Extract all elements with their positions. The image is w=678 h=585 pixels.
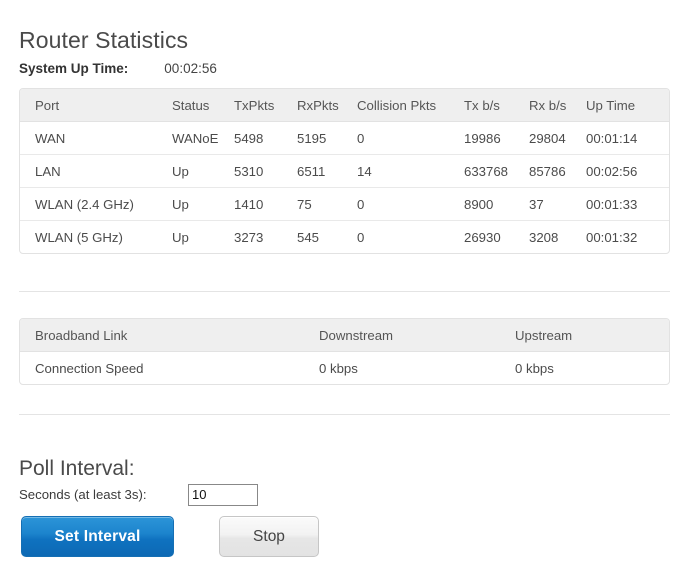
set-interval-button[interactable]: Set Interval: [21, 516, 174, 557]
column-header-up-time: Up Time: [586, 89, 669, 122]
poll-interval-heading: Poll Interval:: [19, 455, 135, 483]
column-header-port: Port: [20, 89, 172, 122]
cell-downstream: 0 kbps: [319, 352, 515, 385]
column-header-broadband-link: Broadband Link: [20, 319, 319, 352]
table-row: Connection Speed 0 kbps 0 kbps: [20, 352, 669, 385]
table-row: WAN WANoE 5498 5195 0 19986 29804 00:01:…: [20, 122, 669, 155]
column-header-rxpkts: RxPkts: [297, 89, 357, 122]
section-divider: [19, 291, 670, 292]
cell-status: WANoE: [172, 122, 234, 155]
stop-button[interactable]: Stop: [219, 516, 319, 557]
cell-up-time: 00:02:56: [586, 155, 669, 188]
seconds-label: Seconds (at least 3s):: [19, 486, 147, 504]
broadband-link-table: Broadband Link Downstream Upstream Conne…: [19, 318, 670, 385]
table-header-row: Broadband Link Downstream Upstream: [20, 319, 669, 352]
cell-rxpkts: 5195: [297, 122, 357, 155]
page-title: Router Statistics: [19, 25, 188, 55]
cell-rxpkts: 545: [297, 221, 357, 254]
system-up-time-label: System Up Time:: [19, 60, 128, 78]
cell-tx-bps: 633768: [464, 155, 529, 188]
section-divider: [19, 414, 670, 415]
column-header-upstream: Upstream: [515, 319, 669, 352]
cell-status: Up: [172, 221, 234, 254]
table-row: LAN Up 5310 6511 14 633768 85786 00:02:5…: [20, 155, 669, 188]
cell-collision-pkts: 0: [357, 122, 464, 155]
cell-collision-pkts: 0: [357, 221, 464, 254]
cell-connection-name: Connection Speed: [20, 352, 319, 385]
cell-rxpkts: 6511: [297, 155, 357, 188]
cell-tx-bps: 8900: [464, 188, 529, 221]
cell-port: LAN: [20, 155, 172, 188]
cell-rx-bps: 29804: [529, 122, 586, 155]
router-statistics-table: Port Status TxPkts RxPkts Collision Pkts…: [19, 88, 670, 254]
cell-port: WLAN (5 GHz): [20, 221, 172, 254]
cell-rx-bps: 37: [529, 188, 586, 221]
cell-port: WAN: [20, 122, 172, 155]
router-statistics-page: Router Statistics System Up Time: 00:02:5…: [0, 0, 678, 585]
cell-collision-pkts: 14: [357, 155, 464, 188]
cell-status: Up: [172, 188, 234, 221]
column-header-rx-bps: Rx b/s: [529, 89, 586, 122]
cell-up-time: 00:01:14: [586, 122, 669, 155]
table-header-row: Port Status TxPkts RxPkts Collision Pkts…: [20, 89, 669, 122]
cell-rxpkts: 75: [297, 188, 357, 221]
table-row: WLAN (2.4 GHz) Up 1410 75 0 8900 37 00:0…: [20, 188, 669, 221]
cell-txpkts: 5498: [234, 122, 297, 155]
cell-tx-bps: 19986: [464, 122, 529, 155]
column-header-txpkts: TxPkts: [234, 89, 297, 122]
cell-txpkts: 5310: [234, 155, 297, 188]
cell-port: WLAN (2.4 GHz): [20, 188, 172, 221]
column-header-tx-bps: Tx b/s: [464, 89, 529, 122]
cell-tx-bps: 26930: [464, 221, 529, 254]
column-header-downstream: Downstream: [319, 319, 515, 352]
system-up-time-value: 00:02:56: [164, 60, 217, 78]
column-header-collision-pkts: Collision Pkts: [357, 89, 464, 122]
cell-upstream: 0 kbps: [515, 352, 669, 385]
cell-rx-bps: 85786: [529, 155, 586, 188]
column-header-status: Status: [172, 89, 234, 122]
cell-up-time: 00:01:33: [586, 188, 669, 221]
system-up-time-row: System Up Time: 00:02:56: [19, 60, 217, 78]
table-row: WLAN (5 GHz) Up 3273 545 0 26930 3208 00…: [20, 221, 669, 254]
cell-collision-pkts: 0: [357, 188, 464, 221]
cell-status: Up: [172, 155, 234, 188]
cell-up-time: 00:01:32: [586, 221, 669, 254]
cell-txpkts: 1410: [234, 188, 297, 221]
cell-txpkts: 3273: [234, 221, 297, 254]
poll-interval-seconds-input[interactable]: [188, 484, 258, 506]
cell-rx-bps: 3208: [529, 221, 586, 254]
